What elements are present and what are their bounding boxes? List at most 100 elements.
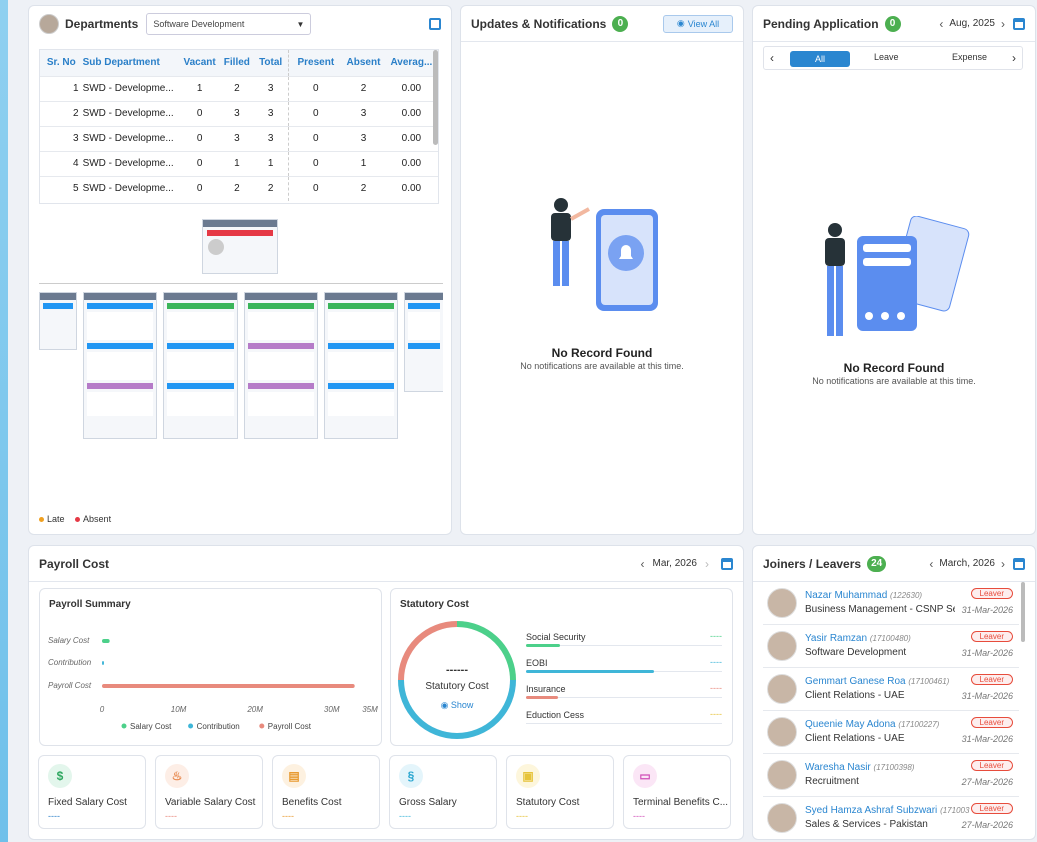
departments-table: Sr. No Sub Department Vacant Filled Tota… — [39, 49, 439, 204]
cash-icon: ▣ — [516, 764, 540, 788]
department-select-value: Software Development — [153, 19, 245, 29]
table-row[interactable]: 4 SWD - Developme... 0 1 1 0 1 0.00 — [40, 150, 438, 176]
prev-month-icon[interactable]: ‹ — [939, 17, 943, 31]
terminal-benefits-tile[interactable]: ▭ Terminal Benefits C... ---- — [623, 755, 731, 829]
updates-empty-title: No Record Found — [551, 346, 653, 360]
calendar-icon[interactable] — [1013, 557, 1025, 570]
tab-expense[interactable]: Expense — [952, 52, 987, 62]
next-month-icon[interactable]: › — [705, 557, 709, 571]
legend-label: Salary Cost — [130, 722, 172, 731]
notification-illustration — [551, 198, 658, 311]
org-team-node[interactable] — [163, 292, 238, 439]
avatar — [767, 760, 797, 790]
tick-label: 30M — [324, 705, 340, 714]
left-edge-strip — [0, 0, 8, 842]
pending-count-badge: 0 — [884, 15, 901, 32]
calendar-icon[interactable] — [721, 557, 733, 570]
joiners-scrollbar[interactable] — [1021, 582, 1025, 642]
tabs-prev-icon[interactable]: ‹ — [770, 51, 774, 65]
tick-label: 0 — [100, 705, 105, 714]
payroll-summary-chart: Salary Cost Contribution Payroll Cost 0 10M 2… — [48, 636, 378, 731]
money-bag-icon: ♨ — [165, 764, 189, 788]
org-chart[interactable] — [39, 216, 443, 446]
statutory-item: Insurance ---- — [526, 683, 722, 699]
col-absent[interactable]: Absent — [342, 50, 385, 76]
dollar-icon: $ — [48, 764, 72, 788]
col-sr-no[interactable]: Sr. No — [40, 50, 83, 76]
next-month-icon[interactable]: › — [1001, 557, 1005, 571]
status-badge: Leaver — [970, 674, 1013, 685]
payroll-summary-title: Payroll Summary — [49, 599, 131, 610]
org-root-node[interactable] — [202, 219, 278, 274]
payroll-month: Mar, 2026 — [652, 558, 697, 569]
eye-icon: ◉ — [440, 700, 451, 710]
category-label: Payroll Cost — [48, 681, 92, 690]
expand-icon[interactable] — [429, 18, 441, 30]
joiners-month: March, 2026 — [939, 558, 995, 569]
eye-icon: ◉ — [676, 18, 685, 28]
col-vacant[interactable]: Vacant — [178, 50, 221, 76]
list-item[interactable]: Queenie May Adona (17100227) Client Relat… — [763, 711, 1019, 754]
org-team-node[interactable] — [39, 292, 77, 350]
table-row[interactable]: 1 SWD - Developme... 1 2 3 0 2 0.00 — [40, 75, 438, 101]
col-total[interactable]: Total — [252, 50, 289, 76]
tick-label: 35M — [362, 705, 378, 714]
status-badge: Leaver — [970, 631, 1013, 642]
joiners-count-badge: 24 — [867, 555, 887, 572]
org-team-node[interactable] — [324, 292, 398, 439]
col-present[interactable]: Present — [288, 50, 343, 76]
updates-count-badge: 0 — [612, 15, 629, 32]
view-all-button[interactable]: ◉ View All — [663, 14, 733, 33]
late-dot — [39, 517, 44, 522]
bar-salary-cost — [102, 639, 110, 643]
statutory-cost-tile[interactable]: ▣ Statutory Cost ---- — [506, 755, 614, 829]
show-button[interactable]: ◉ Show — [392, 700, 522, 711]
departments-title: Departments — [65, 17, 139, 31]
gross-salary-tile[interactable]: § Gross Salary ---- — [389, 755, 497, 829]
bar-contribution — [102, 661, 104, 665]
pending-empty-text: No notifications are available at this t… — [812, 376, 976, 386]
calendar-icon[interactable] — [1013, 17, 1025, 30]
benefits-cost-tile[interactable]: ▤ Benefits Cost ---- — [272, 755, 380, 829]
pending-title: Pending Application — [763, 16, 879, 31]
list-item[interactable]: Waresha Nasir (17100398) Recruitment Leave… — [763, 754, 1019, 797]
legend-label: Payroll Cost — [268, 722, 312, 731]
list-item[interactable]: Yasir Ramzan (17100480) Software Developm… — [763, 625, 1019, 668]
table-row[interactable]: 5 SWD - Developme... 0 2 2 0 2 0.00 — [40, 175, 438, 201]
list-item[interactable]: Nazar Muhammad (122630) Business Manageme… — [763, 582, 1019, 625]
category-label: Salary Cost — [48, 636, 90, 645]
col-average[interactable]: Averag... — [384, 50, 438, 76]
tab-all[interactable]: All — [790, 51, 850, 67]
org-team-node[interactable] — [244, 292, 318, 439]
pending-tabs: ‹ All Leave Expense › — [763, 46, 1023, 70]
tabs-next-icon[interactable]: › — [1012, 51, 1016, 65]
absent-dot — [75, 517, 81, 522]
org-team-node[interactable] — [83, 292, 157, 439]
updates-empty-state: No Record Found No notifications are ava… — [461, 346, 743, 372]
next-month-icon[interactable]: › — [1001, 17, 1005, 31]
chevron-down-icon: ▼ — [296, 19, 305, 29]
department-select[interactable]: Software Development ▼ — [146, 13, 312, 35]
joiners-title: Joiners / Leavers — [763, 556, 862, 571]
table-row[interactable]: 2 SWD - Developme... 0 3 3 0 3 0.00 — [40, 100, 438, 126]
statutory-item: EOBI ---- — [526, 657, 722, 673]
eobi-bar — [526, 670, 654, 673]
list-item[interactable]: Syed Hamza Ashraf Subzwari (171003 Sales … — [763, 797, 1019, 839]
updates-empty-text: No notifications are available at this t… — [520, 361, 684, 371]
variable-salary-tile[interactable]: ♨ Variable Salary Cost ---- — [155, 755, 263, 829]
fixed-salary-tile[interactable]: $ Fixed Salary Cost ---- — [38, 755, 146, 829]
prev-month-icon[interactable]: ‹ — [929, 557, 933, 571]
col-filled[interactable]: Filled — [220, 50, 253, 76]
statutory-donut — [398, 621, 516, 739]
table-scrollbar[interactable] — [433, 50, 438, 145]
updates-card: Updates & Notifications 0 ◉ View All No R… — [460, 5, 744, 535]
prev-month-icon[interactable]: ‹ — [641, 557, 645, 571]
legend-label: Contribution — [197, 722, 240, 731]
table-row[interactable]: 3 SWD - Developme... 0 3 3 0 3 0.00 — [40, 125, 438, 151]
tab-leave[interactable]: Leave — [874, 52, 899, 62]
col-sub-department[interactable]: Sub Department — [82, 50, 179, 76]
avatar — [767, 631, 797, 661]
updates-title: Updates & Notifications — [471, 16, 607, 31]
org-team-node[interactable] — [404, 292, 443, 392]
list-item[interactable]: Gemmart Ganese Roa (17100461) Client Rela… — [763, 668, 1019, 711]
